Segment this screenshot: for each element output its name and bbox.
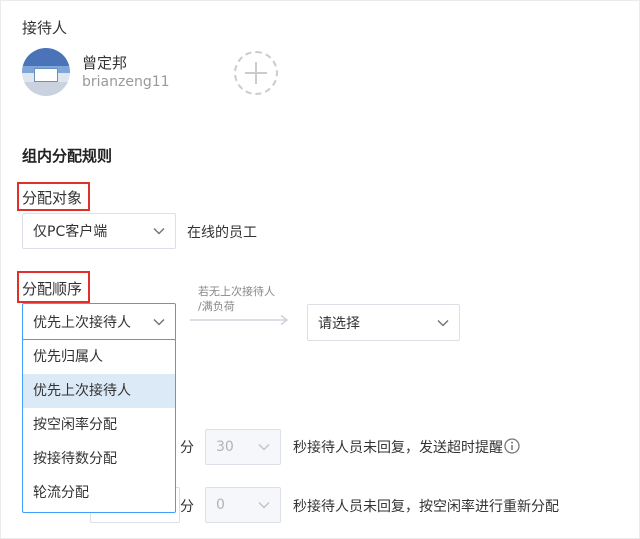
timeout-unit-1: 分	[180, 440, 194, 456]
receiver-id: brianzeng11	[82, 74, 170, 90]
fallback-select[interactable]: 请选择	[307, 304, 460, 341]
chevron-down-icon	[153, 318, 165, 326]
target-suffix: 在线的员工	[187, 225, 257, 241]
order-option-round-robin[interactable]: 轮流分配	[23, 476, 175, 510]
fallback-hint-line1: 若无上次接待人	[198, 285, 275, 298]
chevron-down-icon	[153, 227, 165, 235]
order-option-owner-first[interactable]: 优先归属人	[23, 340, 175, 374]
timeout-seconds-select-1[interactable]: 30	[205, 429, 281, 465]
chevron-down-icon	[258, 501, 270, 509]
timeout-unit-2: 分	[180, 499, 194, 515]
receiver-label: 接待人	[22, 19, 68, 37]
target-select-value: 仅PC客户端	[33, 224, 108, 240]
chevron-down-icon	[258, 443, 270, 451]
timeout-seconds-value-2: 0	[216, 497, 225, 513]
avatar[interactable]	[22, 48, 70, 96]
order-option-by-reception-count[interactable]: 按接待数分配	[23, 442, 175, 476]
info-icon[interactable]	[504, 438, 520, 454]
fallback-select-placeholder: 请选择	[318, 315, 360, 332]
fallback-hint-line2: /满负荷	[198, 300, 235, 313]
chevron-down-icon	[437, 319, 449, 327]
timeout-seconds-select-2[interactable]: 0	[205, 487, 281, 523]
timeout-text-2: 秒接待人员未回复，按空闲率进行重新分配	[293, 499, 559, 515]
order-option-last-receiver-first[interactable]: 优先上次接待人	[23, 374, 175, 408]
order-select-value: 优先上次接待人	[33, 315, 131, 331]
order-select[interactable]: 优先上次接待人	[22, 303, 176, 341]
arrow-right-icon	[190, 314, 289, 326]
target-label: 分配对象	[22, 189, 83, 207]
receiver-name: 曾定邦	[82, 54, 128, 72]
plus-icon	[245, 62, 267, 84]
timeout-text-1: 秒接待人员未回复，发送超时提醒	[293, 440, 503, 456]
group-rules-heading: 组内分配规则	[22, 147, 113, 165]
timeout-seconds-value-1: 30	[216, 439, 234, 455]
order-dropdown-menu: 优先归属人 优先上次接待人 按空闲率分配 按接待数分配 轮流分配	[22, 339, 176, 513]
add-receiver-button[interactable]	[234, 51, 278, 95]
target-select[interactable]: 仅PC客户端	[22, 213, 176, 249]
order-label: 分配顺序	[22, 280, 83, 298]
order-option-by-idle-rate[interactable]: 按空闲率分配	[23, 408, 175, 442]
